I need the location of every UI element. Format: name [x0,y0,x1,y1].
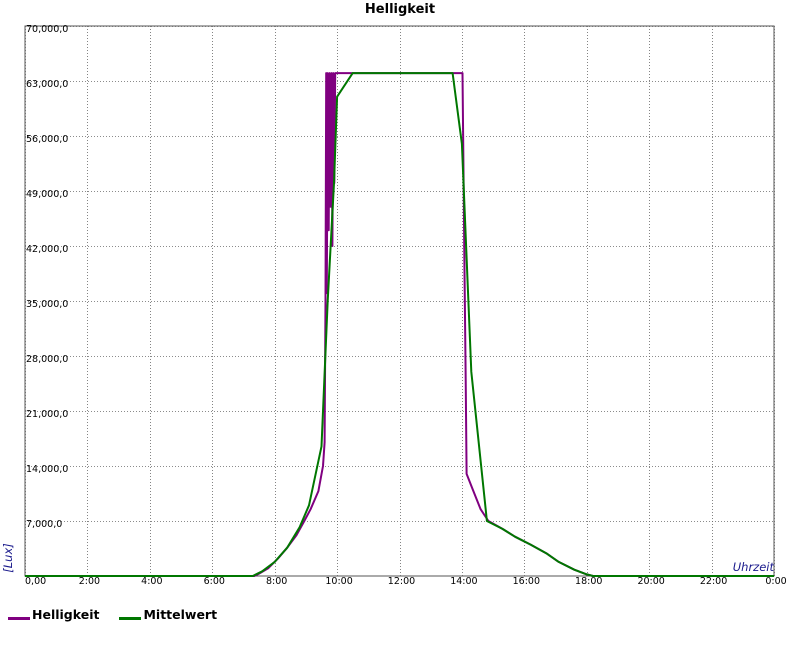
y-tick-label: 14,000,0 [26,464,68,475]
x-tick-label: 18:00 [575,576,602,587]
legend-swatch-helligkeit [8,617,30,620]
y-tick-label: 21,000,0 [26,409,68,420]
chart: Helligkeit 70,000,0 63,000,0 56,000,0 49,00… [1,2,787,587]
series-group [25,72,774,577]
chart-title: Helligkeit [365,2,435,17]
legend-label-helligkeit: Helligkeit [32,607,100,622]
x-tick-label: 10:00 [325,576,352,587]
y-tick-labels: 70,000,0 63,000,0 56,000,0 49,000,0 42,000,0… [26,24,68,530]
y-tick-label: 28,000,0 [26,354,68,365]
legend-item-mittelwert: Mittelwert [119,607,217,622]
legend-swatch-mittelwert [119,617,142,620]
y-tick-label: 56,000,0 [26,134,68,145]
legend-label-mittelwert: Mittelwert [143,607,218,622]
series-line-mittelwert [25,72,774,577]
x-tick-label: 8:00 [266,576,287,587]
x-tick-label: 12:00 [388,576,415,587]
x-tick-label: 4:00 [141,576,162,587]
y-tick-label: 42,000,0 [26,244,68,255]
x-tick-labels: 0,00 2:00 4:00 6:00 8:00 10:00 12:00 14:00 16:00… [25,576,787,587]
grid [24,25,775,577]
plot-area-frame [24,25,775,577]
x-tick-label: 14:00 [450,576,477,587]
y-tick-label: 49,000,0 [26,189,68,200]
y-axis-label: [Lux] [1,543,15,572]
y-tick-label: 35,000,0 [26,299,68,310]
legend-item-helligkeit: Helligkeit [8,607,99,622]
x-axis-label: Uhrzeit [733,560,775,574]
x-tick-label: 0,00 [25,576,46,587]
x-tick-label: 6:00 [204,576,225,587]
legend: Helligkeit Mittelwert [8,607,217,622]
x-tick-label: 22:00 [700,576,727,587]
y-tick-label: 70,000,0 [26,24,68,35]
x-tick-label: 2:00 [79,576,100,587]
series-line-helligkeit [25,72,774,577]
y-tick-label: 7,000,0 [26,519,62,530]
x-tick-label: 20:00 [637,576,664,587]
y-tick-label: 63,000,0 [26,79,68,90]
x-tick-label: 0:00 [765,576,786,587]
x-tick-label: 16:00 [513,576,540,587]
